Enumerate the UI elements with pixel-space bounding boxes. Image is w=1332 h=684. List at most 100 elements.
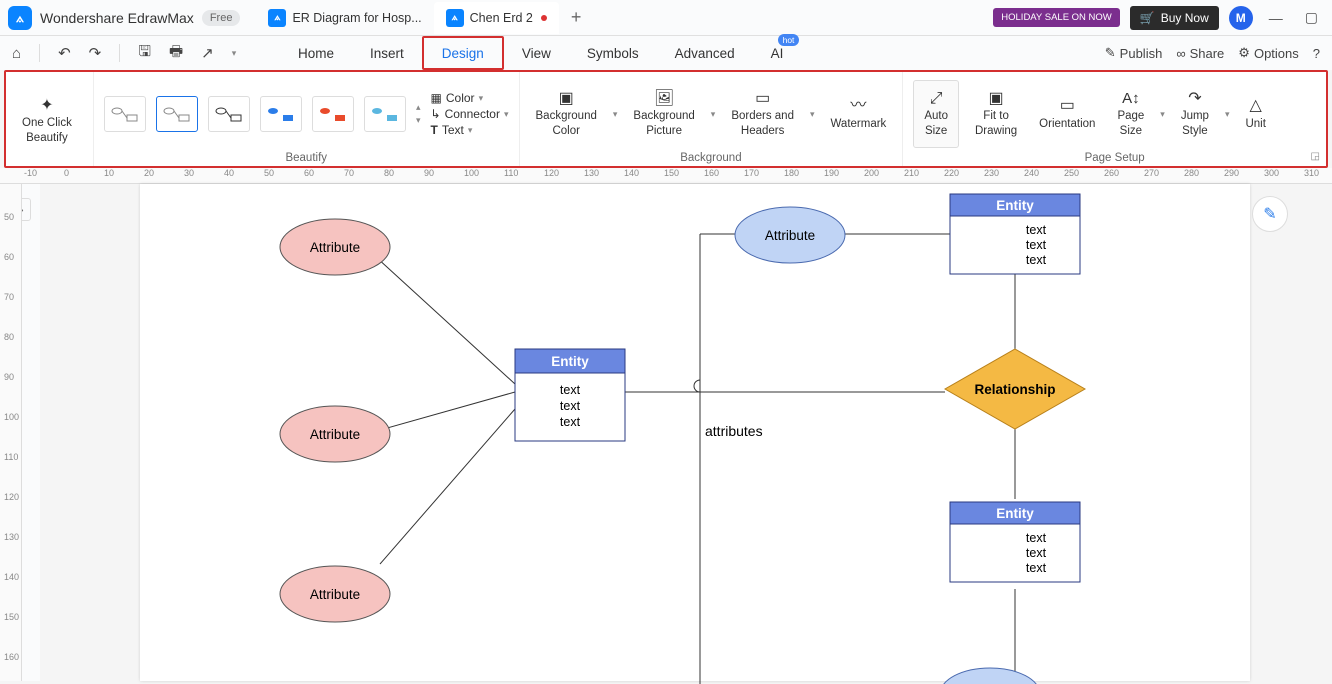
doc-icon: ⟑ [446, 9, 464, 27]
theme-thumb-1[interactable] [104, 96, 146, 132]
theme-thumb-3[interactable] [208, 96, 250, 132]
svg-text:Entity: Entity [551, 354, 589, 369]
maximize-icon[interactable]: ▢ [1299, 5, 1324, 30]
export-icon[interactable]: ↗ [201, 44, 214, 62]
cart-icon: 🛒 [1140, 11, 1155, 25]
caret-up-icon[interactable]: ▴ [416, 102, 421, 113]
group-label-pagesetup: Page Setup [913, 152, 1316, 164]
borders-headers-button[interactable]: ▭Borders and Headers [725, 87, 800, 142]
sparkle-icon: ✦ [40, 96, 53, 117]
menu-symbols[interactable]: Symbols [569, 36, 657, 70]
connector-icon: ↳ [431, 107, 441, 121]
orientation-icon: ▭ [1060, 96, 1075, 117]
svg-text:Entity: Entity [996, 506, 1034, 521]
user-avatar[interactable]: M [1229, 6, 1253, 30]
doc-icon: ⟑ [268, 9, 286, 27]
pen-icon: ✎ [1263, 204, 1276, 224]
fit-to-drawing-button[interactable]: ▣Fit to Drawing [969, 87, 1023, 142]
svg-text:text: text [1026, 561, 1047, 575]
jump-icon: ↷ [1188, 89, 1201, 110]
menu-ai[interactable]: AIhot [753, 36, 802, 70]
text-dropdown[interactable]: TText▾ [431, 123, 509, 137]
menu-insert[interactable]: Insert [352, 36, 422, 70]
svg-text:Attribute: Attribute [310, 427, 360, 442]
expand-group-icon[interactable]: ◲ [1311, 151, 1320, 162]
menu-design[interactable]: Design [422, 36, 504, 70]
menu-right-actions: ✎Publish ∞Share ⚙Options ? [1105, 36, 1320, 70]
svg-text:Relationship: Relationship [974, 382, 1055, 397]
connector-dropdown[interactable]: ↳Connector▾ [431, 107, 509, 121]
watermark-button[interactable]: 〰Watermark [825, 94, 893, 134]
dropdown-icon[interactable]: ▾ [232, 48, 237, 59]
print-icon[interactable]: 🖶 [169, 41, 183, 66]
pagesize-icon: A↕ [1122, 89, 1140, 109]
svg-text:text: text [560, 415, 581, 429]
orientation-button[interactable]: ▭Orientation [1033, 94, 1101, 134]
publish-button[interactable]: ✎Publish [1105, 45, 1163, 61]
svg-text:attributes: attributes [705, 423, 763, 439]
background-picture-button[interactable]: 🖼Background Picture [627, 87, 700, 142]
document-tab-active[interactable]: ⟑ Chen Erd 2 [434, 2, 559, 34]
document-tab[interactable]: ⟑ ER Diagram for Hosp... [256, 2, 433, 34]
menu-advanced[interactable]: Advanced [657, 36, 753, 70]
auto-size-button[interactable]: ⤢Auto Size [913, 80, 959, 149]
theme-thumb-2[interactable] [156, 96, 198, 132]
app-logo-icon: ⟑ [8, 6, 32, 30]
theme-thumb-6[interactable] [364, 96, 406, 132]
svg-text:text: text [1026, 546, 1047, 560]
one-click-beautify-button[interactable]: ✦ One Click Beautify [16, 94, 78, 149]
canvas[interactable]: Attribute Attribute Attribute Entity tex… [40, 184, 1332, 681]
promo-banner[interactable]: HOLIDAY SALE ON NOW [993, 8, 1120, 27]
page[interactable]: Attribute Attribute Attribute Entity tex… [140, 184, 1250, 681]
group-label-background: Background [530, 152, 893, 164]
jump-style-button[interactable]: ↷Jump Style [1175, 87, 1215, 142]
picture-icon: 🖼 [654, 89, 674, 110]
caret-down-icon[interactable]: ▾ [416, 115, 421, 126]
buy-button[interactable]: 🛒Buy Now [1130, 6, 1219, 30]
gear-icon: ⚙ [1238, 45, 1250, 61]
page-size-button[interactable]: A↕Page Size [1111, 87, 1150, 140]
theme-thumb-5[interactable] [312, 96, 354, 132]
title-bar: ⟑ Wondershare EdrawMax Free ⟑ ER Diagram… [0, 0, 1332, 36]
svg-text:Attribute: Attribute [765, 228, 815, 243]
hot-badge: hot [778, 34, 800, 46]
modified-indicator-icon [541, 15, 547, 21]
fit-icon: ▣ [989, 89, 1004, 110]
autosize-icon: ⤢ [930, 89, 943, 110]
svg-text:text: text [1026, 253, 1047, 267]
background-color-button[interactable]: ▣Background Color [530, 87, 603, 142]
svg-text:text: text [560, 383, 581, 397]
color-icon: ▦ [431, 91, 442, 105]
svg-text:text: text [1026, 531, 1047, 545]
help-icon[interactable]: ? [1313, 46, 1320, 61]
unit-button[interactable]: △Unit [1239, 94, 1271, 134]
svg-text:text: text [1026, 238, 1047, 252]
redo-icon[interactable]: ↷ [89, 44, 102, 62]
menu-view[interactable]: View [504, 36, 569, 70]
share-button[interactable]: ∞Share [1176, 46, 1224, 61]
svg-text:Attribute: Attribute [310, 240, 360, 255]
ribbon-design: ✦ One Click Beautify ▴ ▾ ▦Color▾ ↳Connec… [4, 70, 1328, 168]
options-button[interactable]: ⚙Options [1238, 45, 1298, 61]
group-label-beautify: Beautify [104, 152, 509, 164]
add-tab-button[interactable]: + [559, 7, 594, 28]
assistant-floating-button[interactable]: ✎ [1252, 196, 1288, 232]
home-icon[interactable]: ⌂ [12, 45, 21, 62]
share-icon: ∞ [1176, 46, 1185, 61]
color-dropdown[interactable]: ▦Color▾ [431, 91, 509, 105]
undo-icon[interactable]: ↶ [58, 44, 71, 62]
free-badge: Free [202, 10, 241, 26]
tab-label: Chen Erd 2 [470, 11, 533, 25]
watermark-icon: 〰 [850, 96, 866, 117]
menu-home[interactable]: Home [280, 36, 352, 70]
svg-text:text: text [560, 399, 581, 413]
theme-thumb-4[interactable] [260, 96, 302, 132]
minimize-icon[interactable]: — [1263, 6, 1289, 30]
tab-label: ER Diagram for Hosp... [292, 11, 421, 25]
save-icon[interactable]: 🖫 [138, 41, 151, 66]
svg-text:Attribute: Attribute [310, 587, 360, 602]
ruler-horizontal: -100102030405060708090100110120130140150… [0, 168, 1332, 184]
unit-icon: △ [1250, 96, 1262, 117]
menu-tabs: Home Insert Design View Symbols Advanced… [280, 36, 801, 70]
er-diagram: Attribute Attribute Attribute Entity tex… [140, 184, 1250, 684]
